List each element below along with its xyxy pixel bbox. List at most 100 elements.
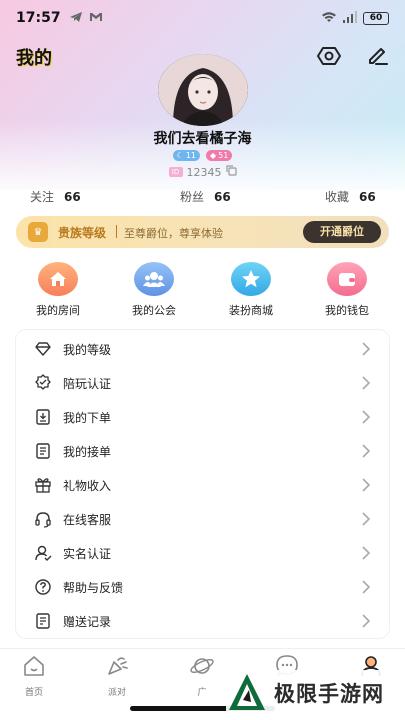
user-id-row: ID 12345	[0, 165, 405, 179]
fans-label: 粉丝	[180, 190, 205, 204]
chevron-right-icon	[362, 512, 371, 526]
fans-value: 66	[214, 189, 231, 204]
avatar[interactable]	[158, 54, 248, 126]
user-id: 12345	[186, 165, 222, 179]
settings-menu: 我的等级 陪玩认证 我的下单 我的接单 礼物收入 在线客服 实名认证 帮助与反馈	[16, 330, 389, 638]
tab-plaza[interactable]: 广	[172, 653, 232, 698]
chevron-right-icon	[362, 478, 371, 492]
stats-row: 关注 66 粉丝 66 收藏 66	[0, 188, 405, 208]
watermark-text: 极限手游网	[274, 682, 384, 706]
tab-home-label: 首页	[24, 688, 43, 698]
chevron-right-icon	[362, 546, 371, 560]
following-label: 关注	[30, 190, 55, 204]
gift-icon	[35, 478, 51, 493]
wallet-icon	[327, 262, 367, 296]
menu-item-real-name-verification[interactable]: 实名认证	[16, 536, 389, 569]
quick-actions: 我的房间 我的公会 装扮商城 我的钱包	[0, 262, 405, 322]
stat-favorites[interactable]: 收藏 66	[325, 188, 376, 205]
quick-dressup-mall[interactable]: 装扮商城	[211, 262, 291, 318]
menu-item-help-feedback[interactable]: 帮助与反馈	[16, 570, 389, 603]
wealth-level-value: 11	[185, 151, 196, 160]
menu-label: 我的接单	[63, 445, 112, 459]
quick-my-wallet[interactable]: 我的钱包	[307, 262, 387, 318]
crown-icon: ♛	[28, 222, 48, 242]
wifi-icon	[321, 11, 337, 26]
charm-level-badge: ◆ 51	[206, 150, 233, 161]
menu-label: 陪玩认证	[63, 377, 112, 391]
menu-item-my-orders[interactable]: 我的下单	[16, 400, 389, 433]
favorites-label: 收藏	[325, 190, 350, 204]
group-icon	[134, 262, 174, 296]
noble-banner[interactable]: ♛ 贵族等级 至尊爵位，尊享体验 开通爵位	[16, 216, 389, 248]
certificate-icon	[35, 374, 51, 390]
mail-icon	[89, 11, 103, 26]
username: 我们去看橘子海	[153, 131, 252, 147]
receive-order-icon	[36, 443, 50, 459]
quick-my-wallet-label: 我的钱包	[325, 304, 369, 317]
help-icon	[35, 579, 51, 595]
noble-description: 至尊爵位，尊享体验	[124, 227, 223, 240]
menu-label: 实名认证	[63, 547, 112, 561]
star-icon	[231, 262, 271, 296]
menu-label: 礼物收入	[63, 479, 112, 493]
record-icon	[36, 613, 50, 629]
wealth-level-badge: ☾ 11	[172, 150, 200, 161]
menu-label: 帮助与反馈	[63, 581, 124, 595]
signal-icon	[343, 10, 357, 26]
activate-noble-button[interactable]: 开通爵位	[303, 221, 381, 243]
chevron-right-icon	[362, 410, 371, 424]
quick-dressup-mall-label: 装扮商城	[229, 304, 273, 317]
crescent-icon: ☾	[176, 151, 184, 160]
menu-item-online-support[interactable]: 在线客服	[16, 502, 389, 535]
menu-item-companion-certification[interactable]: 陪玩认证	[16, 366, 389, 399]
quick-my-guild-label: 我的公会	[132, 304, 176, 317]
home-icon	[24, 656, 44, 676]
menu-item-my-accepted-orders[interactable]: 我的接单	[16, 434, 389, 467]
chevron-right-icon	[362, 444, 371, 458]
status-bar: 17:57 60	[0, 0, 405, 36]
stat-fans[interactable]: 粉丝 66	[180, 188, 231, 205]
id-tag-icon: ID	[168, 167, 183, 177]
noble-title: 贵族等级	[58, 226, 107, 240]
battery-indicator: 60	[363, 11, 389, 25]
copy-id-button[interactable]	[225, 165, 237, 179]
noble-divider	[116, 225, 117, 238]
party-icon	[108, 657, 128, 675]
menu-label: 我的等级	[63, 343, 112, 357]
tab-party[interactable]: 派对	[87, 653, 147, 698]
quick-my-guild[interactable]: 我的公会	[114, 262, 194, 318]
chevron-right-icon	[362, 580, 371, 594]
copy-icon	[225, 165, 237, 176]
eye-icon	[317, 47, 341, 65]
chevron-right-icon	[362, 614, 371, 628]
menu-label: 在线客服	[63, 513, 112, 527]
stat-following[interactable]: 关注 66	[30, 188, 81, 205]
quick-my-room[interactable]: 我的房间	[18, 262, 98, 318]
watermark-logo-icon	[229, 674, 265, 710]
site-watermark: 极限手游网	[226, 670, 401, 716]
tab-plaza-label: 广	[197, 688, 207, 698]
status-notification-icons	[69, 11, 103, 26]
chevron-right-icon	[362, 376, 371, 390]
page-title: 我的	[16, 48, 52, 69]
menu-item-gift-income[interactable]: 礼物收入	[16, 468, 389, 501]
menu-label: 赠送记录	[63, 615, 112, 629]
quick-my-room-label: 我的房间	[36, 304, 80, 317]
tab-party-label: 派对	[107, 688, 126, 698]
order-icon	[36, 409, 50, 425]
status-time: 17:57	[16, 10, 61, 26]
chevron-right-icon	[362, 342, 371, 356]
level-badges: ☾ 11 ◆ 51	[0, 150, 405, 161]
tab-home[interactable]: 首页	[4, 653, 64, 698]
visitor-eye-button[interactable]	[315, 42, 343, 70]
planet-icon	[190, 658, 214, 674]
diamond-icon	[35, 342, 51, 356]
house-icon	[38, 262, 78, 296]
edit-icon	[369, 48, 388, 65]
edit-profile-button[interactable]	[364, 42, 392, 70]
menu-item-my-level[interactable]: 我的等级	[16, 332, 389, 365]
menu-item-gift-records[interactable]: 赠送记录	[16, 604, 389, 637]
telegram-icon	[69, 11, 83, 26]
charm-level-value: 51	[218, 151, 229, 160]
heart-diamond-icon: ◆	[210, 151, 217, 160]
